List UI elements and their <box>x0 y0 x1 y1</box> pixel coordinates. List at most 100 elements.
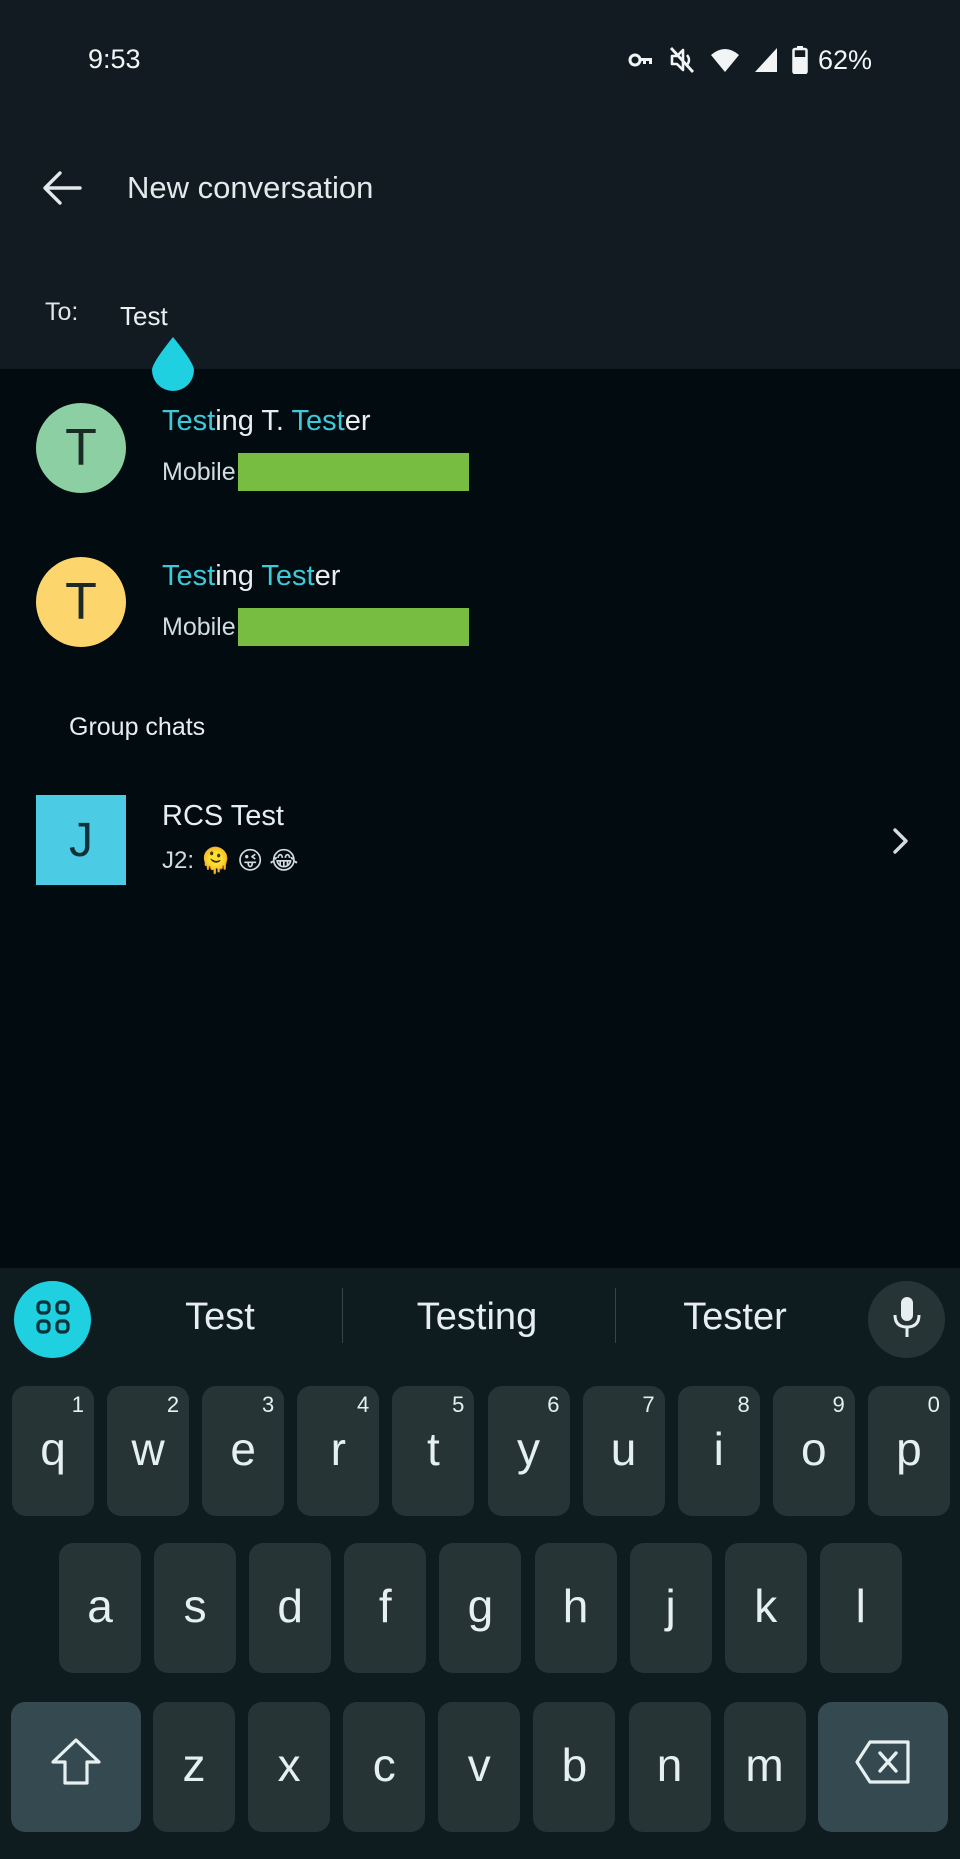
key-label: l <box>855 1580 866 1632</box>
name-match-highlight: Test <box>291 405 345 437</box>
recipient-row: To: <box>0 290 960 350</box>
key-m[interactable]: m <box>723 1702 806 1832</box>
voice-input-button[interactable] <box>868 1281 945 1358</box>
key-label: h <box>562 1580 589 1632</box>
back-button[interactable] <box>34 164 90 216</box>
key-d[interactable]: d <box>249 1543 332 1673</box>
key-v[interactable]: v <box>438 1702 521 1832</box>
key-a[interactable]: a <box>59 1543 141 1673</box>
backspace-key[interactable] <box>818 1702 948 1832</box>
key-label: p <box>896 1423 922 1475</box>
key-i[interactable]: 8i <box>677 1386 760 1516</box>
key-q[interactable]: 1q <box>12 1386 94 1516</box>
key-e[interactable]: 3e <box>202 1386 285 1516</box>
key-number-hint: 3 <box>261 1392 275 1417</box>
apps-grid-icon <box>35 1299 71 1340</box>
winking-tongue-emoji: 😜 <box>237 846 264 875</box>
phone-type-label: Mobile <box>162 457 236 486</box>
key-label: j <box>665 1580 676 1632</box>
key-w[interactable]: 2w <box>107 1386 190 1516</box>
key-label: a <box>87 1580 113 1632</box>
key-g[interactable]: g <box>439 1543 522 1673</box>
key-label: c <box>372 1739 396 1791</box>
contact-item[interactable]: T Testing T. Tester Mobile <box>0 375 960 525</box>
key-u[interactable]: 7u <box>582 1386 665 1516</box>
key-label: k <box>754 1580 778 1632</box>
status-time: 9:53 <box>88 44 141 74</box>
app-bar: New conversation <box>0 150 960 230</box>
key-f[interactable]: f <box>344 1543 427 1673</box>
group-chat-item[interactable]: J RCS Test J2: 🫠 😜 😂 <box>0 785 960 895</box>
vibrate-off-icon <box>668 45 696 75</box>
key-number-hint: 4 <box>357 1392 370 1417</box>
key-number-hint: 6 <box>547 1392 560 1417</box>
redacted-phone-number <box>237 453 469 491</box>
key-label: r <box>330 1423 346 1475</box>
suggestion-3[interactable]: Tester <box>660 1296 810 1339</box>
key-o[interactable]: 9o <box>772 1386 855 1516</box>
key-t[interactable]: 5t <box>392 1386 475 1516</box>
status-bar: 9:53 62% <box>0 0 960 120</box>
key-k[interactable]: k <box>724 1543 807 1673</box>
key-label: d <box>277 1580 303 1632</box>
phone-type-label: Mobile <box>162 612 236 641</box>
key-n[interactable]: n <box>628 1702 711 1832</box>
name-match-highlight: Test <box>261 560 315 592</box>
key-label: b <box>561 1739 588 1791</box>
key-label: o <box>801 1423 827 1475</box>
keyboard-menu-button[interactable] <box>14 1281 91 1358</box>
key-label: v <box>467 1739 491 1791</box>
contact-avatar: T <box>36 557 126 647</box>
shift-key[interactable] <box>11 1702 141 1832</box>
key-h[interactable]: h <box>534 1543 617 1673</box>
suggestion-2[interactable]: Testing <box>392 1296 562 1339</box>
group-name: RCS Test <box>162 800 284 832</box>
backspace-icon <box>854 1739 912 1796</box>
name-text: er <box>344 405 371 437</box>
key-number-hint: 5 <box>452 1392 465 1417</box>
key-number-hint: 8 <box>737 1392 750 1417</box>
name-text: er <box>314 560 341 592</box>
recipient-input[interactable] <box>120 296 920 336</box>
chevron-right-icon <box>886 825 914 857</box>
page-title: New conversation <box>127 170 374 205</box>
key-b[interactable]: b <box>533 1702 616 1832</box>
key-l[interactable]: l <box>819 1543 902 1673</box>
key-label: n <box>656 1739 683 1791</box>
arrow-back-icon <box>42 170 82 211</box>
key-p[interactable]: 0p <box>867 1386 950 1516</box>
name-text: ing <box>215 560 262 592</box>
key-label: x <box>277 1739 301 1791</box>
keyboard: Test Testing Tester 1q2w3e4r5t6y7u8i9o0p… <box>0 1268 960 1859</box>
key-label: u <box>610 1423 637 1475</box>
tears-of-joy-emoji: 😂 <box>269 846 299 875</box>
key-s[interactable]: s <box>154 1543 237 1673</box>
key-label: q <box>40 1423 66 1475</box>
key-j[interactable]: j <box>629 1543 712 1673</box>
key-y[interactable]: 6y <box>487 1386 570 1516</box>
key-x[interactable]: x <box>248 1702 331 1832</box>
key-number-hint: 9 <box>832 1392 845 1417</box>
wifi-icon <box>710 47 740 73</box>
suggestion-bar: Test Testing Tester <box>0 1268 960 1368</box>
key-number-hint: 1 <box>71 1392 84 1417</box>
group-last-message: J2: 🫠 😜 😂 <box>162 847 298 875</box>
battery-percent: 62% <box>817 44 872 75</box>
key-number-hint: 2 <box>166 1392 180 1417</box>
text-cursor-handle[interactable] <box>150 335 196 391</box>
section-title-group-chats: Group chats <box>69 713 206 741</box>
battery-icon <box>792 46 808 74</box>
key-label: m <box>745 1739 784 1791</box>
key-label: z <box>182 1739 206 1791</box>
key-number-hint: 0 <box>927 1392 940 1417</box>
key-z[interactable]: z <box>153 1702 235 1832</box>
suggestion-1[interactable]: Test <box>150 1296 290 1339</box>
suggestion-divider <box>342 1288 343 1343</box>
key-number-hint: 7 <box>642 1392 655 1417</box>
microphone-icon <box>892 1296 922 1343</box>
name-match-highlight: Test <box>162 560 216 592</box>
contact-item[interactable]: T Testing Tester Mobile <box>0 530 960 680</box>
to-label: To: <box>45 298 79 326</box>
key-r[interactable]: 4r <box>297 1386 380 1516</box>
key-c[interactable]: c <box>343 1702 426 1832</box>
